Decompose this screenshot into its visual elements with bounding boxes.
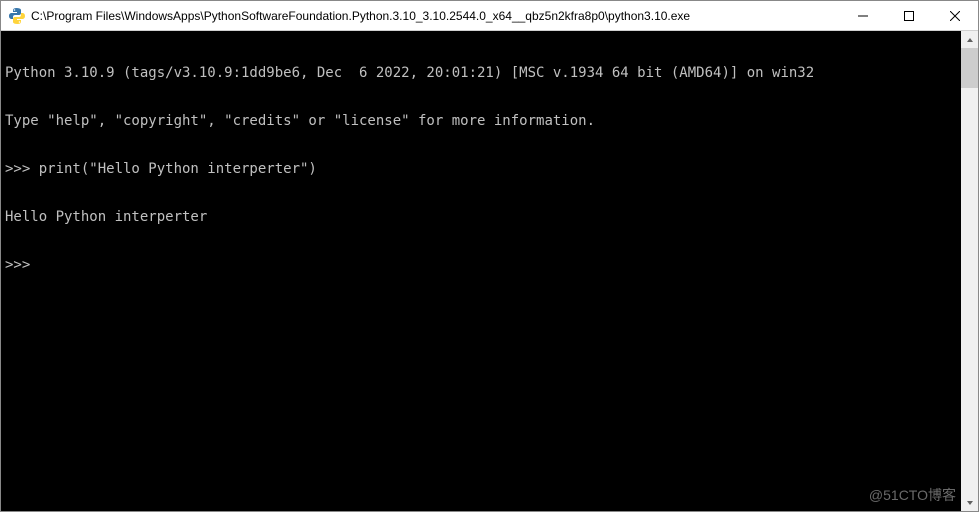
console-area: Python 3.10.9 (tags/v3.10.9:1dd9be6, Dec… xyxy=(1,31,978,511)
console-output[interactable]: Python 3.10.9 (tags/v3.10.9:1dd9be6, Dec… xyxy=(1,31,961,511)
console-line: Type "help", "copyright", "credits" or "… xyxy=(5,113,957,129)
console-line: Hello Python interperter xyxy=(5,209,957,225)
python-icon xyxy=(9,8,25,24)
console-line: >>> print("Hello Python interperter") xyxy=(5,161,957,177)
vertical-scrollbar[interactable] xyxy=(961,31,978,511)
maximize-button[interactable] xyxy=(886,1,932,30)
scroll-up-arrow-icon[interactable] xyxy=(961,31,978,48)
minimize-button[interactable] xyxy=(840,1,886,30)
scroll-thumb[interactable] xyxy=(961,48,978,88)
console-line: >>> xyxy=(5,257,957,273)
window-title: C:\Program Files\WindowsApps\PythonSoftw… xyxy=(31,9,840,23)
console-line: Python 3.10.9 (tags/v3.10.9:1dd9be6, Dec… xyxy=(5,65,957,81)
scroll-track[interactable] xyxy=(961,48,978,494)
window-titlebar: C:\Program Files\WindowsApps\PythonSoftw… xyxy=(1,1,978,31)
window-controls xyxy=(840,1,978,30)
scroll-down-arrow-icon[interactable] xyxy=(961,494,978,511)
close-button[interactable] xyxy=(932,1,978,30)
